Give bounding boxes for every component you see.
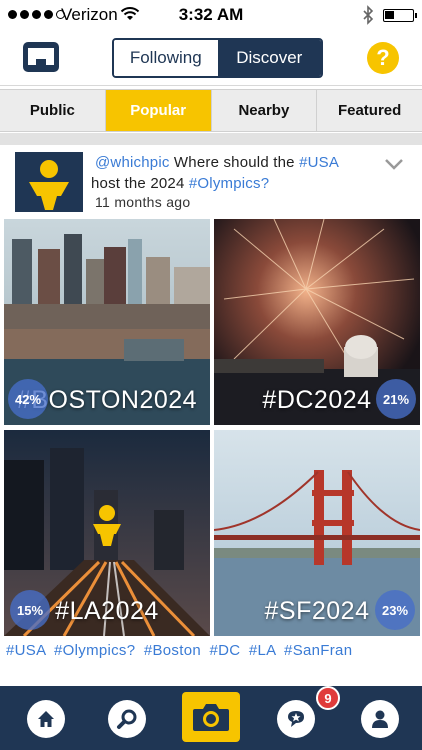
tab-featured[interactable]: Featured xyxy=(317,90,422,131)
post-username[interactable]: @whichpic xyxy=(95,154,170,171)
camera-button[interactable] xyxy=(182,692,240,742)
status-time: 3:32 AM xyxy=(178,5,244,24)
profile-button[interactable] xyxy=(361,700,399,738)
post-hashtags[interactable]: #USA #Olympics? #Boston #DC #LA #SanFran xyxy=(6,642,352,659)
notification-count-badge: 9 xyxy=(316,686,340,710)
filter-tabs: Public Popular Nearby Featured xyxy=(0,89,422,132)
segment-following[interactable]: Following xyxy=(114,40,218,76)
photo-option-la[interactable]: #LA2024 15% xyxy=(4,430,210,636)
photo-grid: #BOSTON2024 42% #DC2024 21% #LA2024 15% … xyxy=(4,219,420,639)
hashtag-link[interactable]: #USA xyxy=(299,154,339,171)
bottom-tab-bar: 9 xyxy=(0,686,422,750)
vote-percent-badge: 21% xyxy=(376,379,416,419)
post-text-part: Where should the xyxy=(169,154,300,171)
photo-option-dc[interactable]: #DC2024 21% xyxy=(214,219,420,425)
feed-segmented-control: Following Discover xyxy=(112,38,323,78)
vote-percent-badge: 23% xyxy=(375,590,415,630)
tab-popular[interactable]: Popular xyxy=(105,90,212,131)
post-timestamp: 11 months ago xyxy=(95,194,191,210)
photo-option-boston[interactable]: #BOSTON2024 42% xyxy=(4,219,210,425)
search-icon xyxy=(117,709,137,729)
tab-nearby[interactable]: Nearby xyxy=(212,90,318,131)
top-nav: Following Discover ? xyxy=(0,30,422,86)
status-bar: Verizon 3:32 AM xyxy=(0,0,422,30)
divider xyxy=(0,133,422,145)
vote-percent-badge: 15% xyxy=(10,590,50,630)
bluetooth-icon xyxy=(363,5,374,25)
hashtag-link[interactable]: #Olympics? xyxy=(189,175,269,192)
help-button[interactable]: ? xyxy=(367,42,399,74)
chevron-down-icon[interactable] xyxy=(384,157,404,171)
post-card: @whichpic Where should the #USA host the… xyxy=(0,145,422,685)
segment-discover[interactable]: Discover xyxy=(217,40,321,76)
battery-icon xyxy=(383,9,417,22)
vote-percent-badge: 42% xyxy=(8,379,48,419)
user-avatar[interactable] xyxy=(15,152,83,212)
profile-icon xyxy=(372,710,388,728)
tab-public[interactable]: Public xyxy=(0,90,106,131)
photo-option-sf[interactable]: #SF2024 23% xyxy=(214,430,420,636)
home-icon xyxy=(38,711,54,727)
search-button[interactable] xyxy=(108,700,146,738)
inbox-icon[interactable] xyxy=(22,41,60,73)
notifications-button[interactable] xyxy=(277,700,315,738)
post-text: @whichpic Where should the #USA host the… xyxy=(91,152,375,194)
home-button[interactable] xyxy=(27,700,65,738)
notifications-icon xyxy=(288,711,304,727)
post-text-part: host the 2024 xyxy=(91,175,189,192)
camera-icon xyxy=(193,704,229,731)
